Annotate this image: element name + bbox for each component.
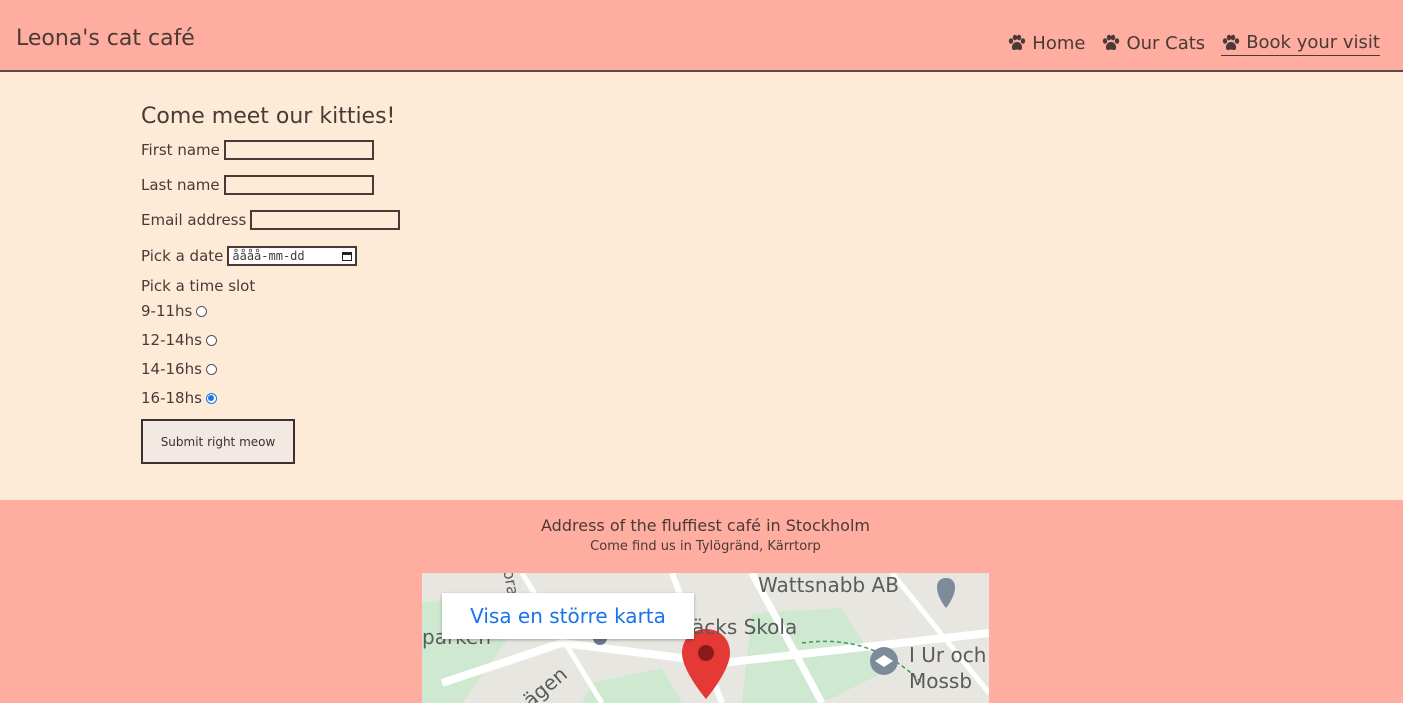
paw-icon (1103, 34, 1120, 50)
date-label: Pick a date (141, 247, 224, 265)
first-name-input[interactable] (223, 140, 374, 160)
paw-icon (1009, 34, 1026, 50)
slot-radio-12-14[interactable] (205, 334, 217, 346)
larger-map-link[interactable]: Visa en större karta (442, 593, 694, 639)
first-name-label: First name (141, 141, 220, 159)
slot-label: 9-11hs (141, 302, 193, 320)
nav-our-cats-label: Our Cats (1126, 32, 1206, 54)
map-pin-icon[interactable] (681, 629, 731, 703)
map-label: Wattsnabb AB (758, 573, 899, 597)
main-nav: Home Our Cats Book your visit (1007, 32, 1380, 56)
nav-home-label: Home (1032, 32, 1086, 54)
calendar-icon[interactable] (342, 251, 353, 261)
submit-button[interactable]: Submit right meow (141, 419, 295, 464)
first-name-row: First name (141, 140, 374, 160)
slot-label: 16-18hs (141, 389, 202, 407)
slot-radio-14-16[interactable] (205, 363, 217, 375)
time-slot-label: Pick a time slot (141, 277, 256, 295)
slot-radio-16-18[interactable] (205, 392, 217, 404)
paw-icon (1222, 34, 1240, 50)
footer-subtitle: Come find us in Tylögränd, Kärrtorp (590, 539, 821, 554)
time-slot-option: 9-11hs (141, 302, 208, 320)
email-label: Email address (141, 211, 247, 229)
site-brand[interactable]: Leona's cat café (16, 26, 195, 51)
embedded-map[interactable]: Wattsnabb AB äcks Skola I Ur och Mossb ä… (422, 573, 989, 703)
nav-home[interactable]: Home (1007, 32, 1085, 56)
time-slot-label-row: Pick a time slot (141, 277, 255, 295)
nav-our-cats[interactable]: Our Cats (1101, 32, 1205, 56)
site-footer: Address of the fluffiest café in Stockho… (0, 500, 1403, 703)
time-slot-option: 12-14hs (141, 331, 217, 349)
date-placeholder: åååå-mm-dd (232, 249, 305, 263)
slot-label: 14-16hs (141, 360, 202, 378)
map-label: Mossb (909, 669, 973, 693)
nav-book-visit[interactable]: Book your visit (1221, 32, 1380, 56)
time-slot-option: 14-16hs (141, 360, 217, 378)
booking-section: Come meet our kitties! First name Last n… (0, 72, 1403, 500)
nav-book-visit-label: Book your visit (1246, 32, 1380, 53)
date-row: Pick a date åååå-mm-dd (141, 246, 358, 266)
email-input[interactable] (250, 210, 401, 230)
time-slot-option: 16-18hs (141, 389, 217, 407)
form-title: Come meet our kitties! (141, 104, 396, 129)
slot-label: 12-14hs (141, 331, 202, 349)
last-name-row: Last name (141, 175, 374, 195)
last-name-input[interactable] (223, 175, 374, 195)
footer-title: Address of the fluffiest café in Stockho… (541, 516, 870, 535)
email-row: Email address (141, 210, 401, 230)
map-label: äcks Skola (692, 615, 798, 639)
site-header: Leona's cat café Home Our Cats Book your… (0, 0, 1403, 72)
slot-radio-9-11[interactable] (196, 305, 208, 317)
map-label: I Ur och (909, 643, 987, 667)
date-input[interactable]: åååå-mm-dd (227, 246, 358, 266)
last-name-label: Last name (141, 176, 220, 194)
